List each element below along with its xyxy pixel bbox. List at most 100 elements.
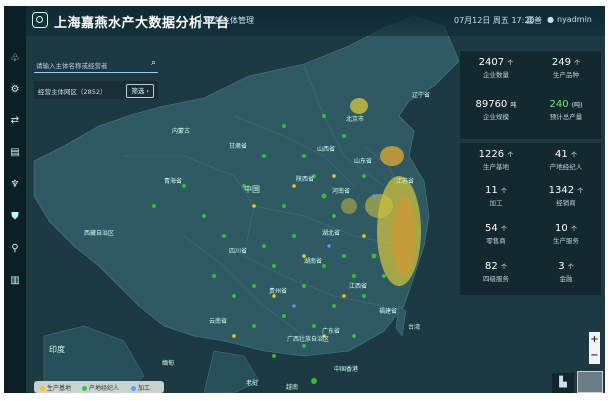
location-label[interactable]: 嘉善 [526,15,542,26]
legend-item[interactable]: 生产基地 [40,383,71,392]
stat-value: 89760 [475,99,508,110]
home-icon[interactable]: ♧ [8,52,22,66]
map-label-region: 青海省 [164,178,183,185]
stat-label: 生产基地 [483,163,509,171]
stat-value: 1226 [478,149,505,160]
zoom-control: + − [589,332,600,364]
user-name[interactable]: nyadmin [557,15,592,24]
map-label-region: 辽宁省 [412,92,431,99]
layers-icon[interactable]: ▙ [552,373,574,393]
map-label-region: 福建省 [379,308,398,315]
stat-label: 预计总产量 [549,113,583,121]
stat-value: 41 [555,149,568,160]
stats-panel-overview: 2407 个 企业数量 249 个 生产品种 89760 吨 企业规模 240 … [460,51,601,139]
title-divider [200,14,201,28]
stat-unit: 个 [507,152,514,159]
search-icon[interactable]: ⌕ [151,58,156,68]
stat-label: 经销商 [556,199,576,207]
legend-item[interactable]: 产地经纪人 [82,383,119,392]
stat-value: 82 [485,261,498,272]
stat-value: 54 [485,223,498,234]
stat-label: 零售商 [486,237,506,245]
map-label-country: 中国 [244,185,260,194]
stat-unit: 个 [500,226,507,233]
zoom-in-button[interactable]: + [589,332,600,348]
stat-unit: 个 [500,188,507,195]
map-label-region: 中国香港 [334,366,359,373]
stat-unit: (吨) [571,102,583,109]
stat-value: 2407 [478,57,505,68]
filter-panel: 经营主体网区（2852） 筛选 › [34,81,158,99]
exchange-icon[interactable]: ⇄ [8,114,22,128]
map-legend: 生产基地 产地经纪人 加工 [34,381,164,393]
map-label-region: 山东省 [354,158,373,165]
stat-unit: 个 [574,60,581,67]
map-label-region: 江西省 [349,283,368,290]
map-label-region: 江苏省 [396,178,415,185]
stat-value: 249 [551,57,571,68]
map-label-region: 湖北省 [322,230,341,237]
map-label-region: 内蒙古 [172,128,191,135]
app-frame: 中国 西藏自治区 四川省 青海省 甘肃省 内蒙古 山西省 陕西省 河南省 湖北省… [4,6,605,393]
map-label-region: 四川省 [229,248,248,255]
stat-card: 2407 个 企业数量 [466,57,526,79]
app-title: 上海嘉燕水产大数据分析平台 [54,16,230,31]
stat-unit: 个 [567,264,574,271]
stat-card: 1226 个 生产基地 [466,149,526,171]
stat-label: 金融 [559,275,573,283]
stat-label: 企业数量 [483,71,509,79]
stat-unit: 个 [570,152,577,159]
stat-unit: 个 [577,188,584,195]
legend-dot [40,386,45,391]
map-label-region: 台湾 [408,324,421,331]
search-input[interactable]: 请输入主体名称或经营者 [36,60,108,70]
map-label-region: 广西壮族自治区 [287,336,330,343]
legend-label: 加工 [138,385,151,392]
page-subtitle[interactable]: 经营主体管理 [206,15,254,26]
stat-label: 产地经纪人 [549,163,583,171]
legend-label: 生产基地 [47,385,72,392]
filter-count-label: 经营主体网区（2852） [38,88,107,96]
map-label-region: 山西省 [317,146,336,153]
user-icon: ● [547,15,554,24]
stat-label: 四级服务 [483,275,509,283]
stat-unit: 个 [570,226,577,233]
stat-value: 3 [558,261,565,272]
map-label-region: 云南省 [209,318,228,325]
stat-value: 11 [485,185,498,196]
list-icon[interactable]: ▤ [8,146,22,160]
stat-label: 生产服务 [553,237,579,245]
zoom-out-button[interactable]: − [589,348,600,364]
link-icon[interactable]: ⚲ [8,242,22,256]
map-label-country: 越南 [286,384,299,391]
stat-label: 企业规模 [483,113,509,121]
legend-dot [131,386,136,391]
gear-icon[interactable]: ⚙ [8,83,22,97]
stat-card: 82 个 四级服务 [466,261,526,283]
chart-icon[interactable]: ▥ [8,274,22,288]
stat-value: 240 [549,99,569,110]
stat-label: 加工 [489,199,503,207]
stat-card: 3 个 金融 [536,261,596,283]
stat-card: 10 个 生产服务 [536,223,596,245]
map-label-region: 贵州省 [269,288,288,295]
map-label-region: 甘肃省 [229,143,248,150]
date-time: 07月12日 周五 17:20 [454,16,535,25]
stat-unit: 吨 [510,102,517,109]
map-label-region: 西藏自治区 [84,230,115,237]
stat-card: 41 个 产地经纪人 [536,149,596,171]
stat-card: 1342 个 经销商 [536,185,596,207]
legend-item[interactable]: 加工 [131,383,150,392]
shield-icon[interactable]: ⛊ [8,210,22,224]
top-bar: 上海嘉燕水产大数据分析平台 经营主体管理 07月12日 周五 17:20 嘉善 … [26,6,605,36]
satellite-toggle-button[interactable] [577,371,603,393]
stat-value: 10 [555,223,568,234]
search-bar[interactable]: 请输入主体名称或经营者 ⌕ [34,58,158,73]
legend-dot [82,386,87,391]
tree-icon[interactable]: ♆ [8,178,22,192]
map-label-region: 北京市 [346,116,365,123]
filter-button[interactable]: 筛选 › [126,84,154,98]
map-label-region: 陕西省 [296,176,315,183]
legend-label: 产地经纪人 [89,385,120,392]
map-label-country: 老挝 [246,380,259,387]
